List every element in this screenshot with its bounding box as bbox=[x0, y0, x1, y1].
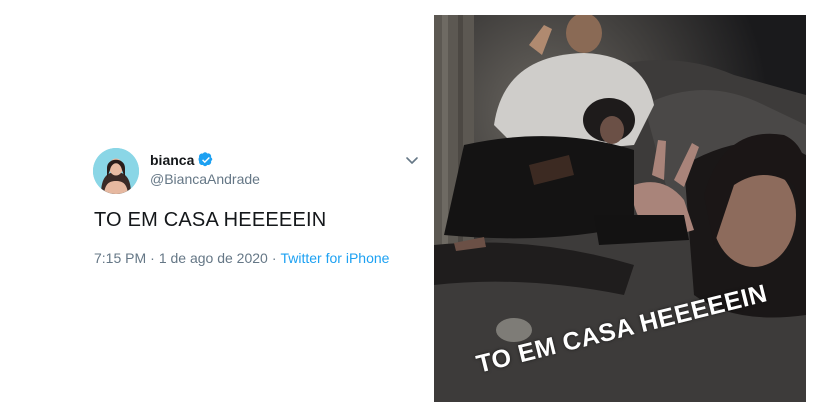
tweet-source-link[interactable]: Twitter for iPhone bbox=[280, 250, 389, 266]
tweet-time[interactable]: 7:15 PM bbox=[94, 250, 146, 266]
tweet-photo[interactable]: TO EM CASA HEEEEEIN bbox=[434, 15, 806, 402]
tweet-text: TO EM CASA HEEEEEIN bbox=[94, 209, 327, 231]
author-name-row: bianca bbox=[150, 152, 214, 168]
tweet-meta: 7:15 PM · 1 de ago de 2020 · Twitter for… bbox=[94, 250, 389, 266]
meta-separator: · bbox=[150, 250, 155, 266]
display-name[interactable]: bianca bbox=[150, 152, 194, 168]
verified-badge-icon bbox=[198, 152, 213, 167]
tweet-date[interactable]: 1 de ago de 2020 bbox=[159, 250, 268, 266]
avatar[interactable] bbox=[93, 148, 139, 194]
meta-separator: · bbox=[271, 250, 277, 266]
tweet-card: bianca @BiancaAndrade TO EM CASA HEEEEEI… bbox=[0, 0, 434, 414]
author-handle[interactable]: @BiancaAndrade bbox=[150, 171, 260, 187]
chevron-down-icon[interactable] bbox=[404, 152, 420, 168]
